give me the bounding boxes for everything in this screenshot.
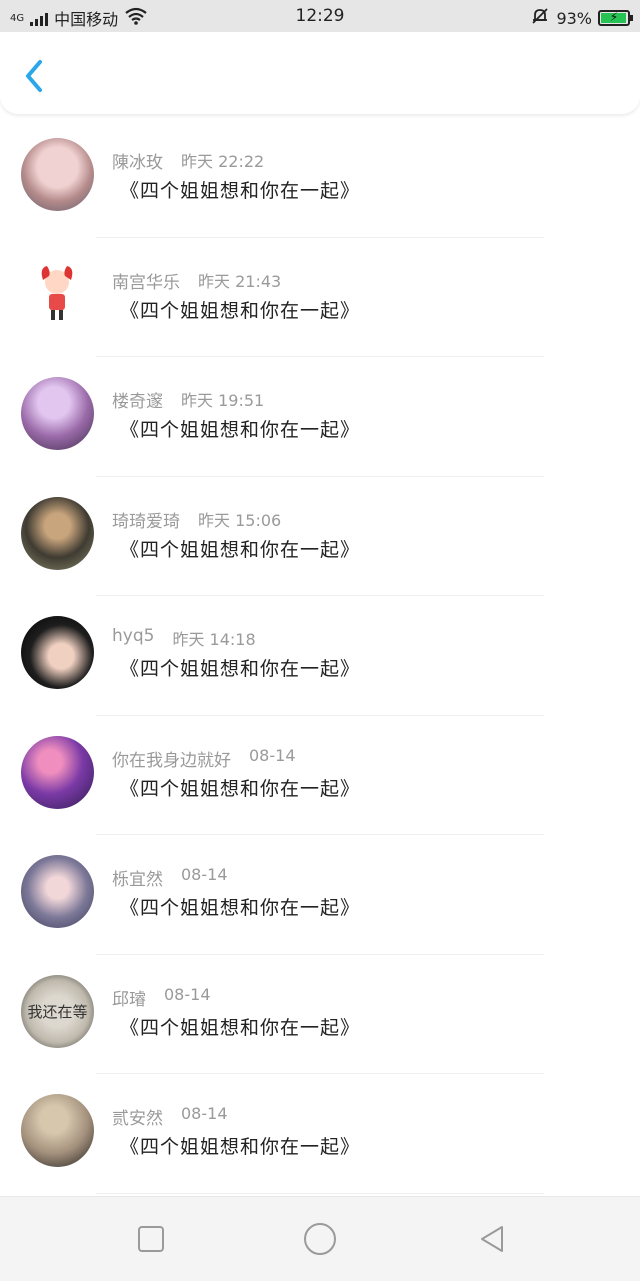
message-time: 昨天 22:22	[181, 152, 265, 171]
message-text: 《四个姐姐想和你在一起》	[120, 538, 361, 561]
avatar[interactable]	[21, 496, 94, 570]
bell-muted-icon	[530, 6, 550, 30]
status-right: 93% ⚡	[530, 6, 633, 30]
list-item[interactable]: 楼奇邃 昨天 19:51 《四个姐姐想和你在一起》	[0, 357, 640, 477]
message-time: 昨天 15:06	[198, 510, 282, 530]
avatar[interactable]	[21, 616, 94, 689]
message-time: 昨天 14:18	[172, 630, 256, 649]
message-text: 《四个姐姐想和你在一起》	[120, 1136, 361, 1158]
avatar[interactable]: 我还在等	[21, 974, 94, 1048]
message-text: 《四个姐姐想和你在一起》	[120, 777, 361, 800]
message-time: 08-14	[164, 984, 211, 1004]
message-meta: hyq5 昨天 14:18	[112, 626, 256, 650]
list-item[interactable]: 南宫华乐 昨天 21:43 《四个姐姐想和你在一起》	[0, 238, 640, 357]
battery-percent: 93%	[556, 8, 592, 28]
list-item[interactable]: hyq5 昨天 14:18 《四个姐姐想和你在一起》	[0, 596, 640, 716]
list-item[interactable]: 你在我身边就好 08-14 《四个姐姐想和你在一起》	[0, 716, 640, 835]
back-button[interactable]	[18, 58, 54, 94]
cartoon-avatar-icon	[41, 265, 73, 320]
status-bar: 4G 中国移动 12:29 93% ⚡	[0, 0, 640, 32]
sender-name: 楼奇邃	[112, 392, 163, 412]
system-nav-bar	[0, 1196, 640, 1281]
sender-name: 陳冰玫	[112, 153, 163, 173]
message-meta: 楼奇邃 昨天 19:51	[112, 387, 264, 412]
message-meta: 琦琦爱琦 昨天 15:06	[112, 507, 281, 532]
avatar[interactable]	[21, 138, 94, 211]
message-time: 08-14	[181, 1104, 228, 1123]
chevron-left-icon	[26, 60, 42, 92]
charging-bolt-icon: ⚡	[609, 10, 619, 24]
message-list: 陳冰玫 昨天 22:22 《四个姐姐想和你在一起》 南宫华乐 昨天 21:43 …	[0, 118, 640, 1194]
message-text: 《四个姐姐想和你在一起》	[120, 1016, 361, 1039]
triangle-back-icon	[481, 1226, 503, 1252]
message-text: 《四个姐姐想和你在一起》	[120, 419, 361, 441]
list-item[interactable]: 我还在等 邱璿 08-14 《四个姐姐想和你在一起》	[0, 955, 640, 1074]
message-time: 08-14	[249, 745, 296, 765]
message-text: 《四个姐姐想和你在一起》	[120, 180, 361, 202]
avatar-text: 我还在等	[27, 1002, 88, 1021]
sender-name: 邱璿	[112, 989, 146, 1010]
message-meta: 你在我身边就好 08-14	[112, 746, 296, 771]
message-meta: 陳冰玫 昨天 22:22	[112, 148, 264, 173]
sender-name: 你在我身边就好	[112, 750, 231, 771]
sender-name: 南宫华乐	[112, 272, 180, 293]
sender-name: hyq5	[112, 626, 155, 646]
avatar[interactable]	[21, 257, 94, 331]
avatar[interactable]	[21, 855, 94, 928]
avatar[interactable]	[21, 1094, 94, 1167]
message-time: 昨天 19:51	[181, 391, 265, 410]
message-text: 《四个姐姐想和你在一起》	[120, 299, 361, 322]
sender-name: 琦琦爱琦	[112, 511, 180, 532]
message-time: 昨天 21:43	[198, 271, 282, 291]
message-text: 《四个姐姐想和你在一起》	[120, 897, 361, 919]
message-meta: 栎宜然 08-14	[112, 865, 228, 890]
list-item[interactable]: 琦琦爱琦 昨天 15:06 《四个姐姐想和你在一起》	[0, 477, 640, 596]
circle-icon	[304, 1223, 336, 1255]
sender-name: 栎宜然	[112, 870, 163, 890]
square-icon	[138, 1226, 164, 1252]
list-item[interactable]: 贰安然 08-14 《四个姐姐想和你在一起》	[0, 1074, 640, 1194]
home-button[interactable]	[300, 1219, 340, 1259]
message-meta: 南宫华乐 昨天 21:43	[112, 268, 281, 293]
recent-apps-button[interactable]	[131, 1219, 171, 1259]
sender-name: 贰安然	[112, 1109, 163, 1129]
message-time: 08-14	[181, 865, 228, 884]
message-meta: 贰安然 08-14	[112, 1104, 228, 1129]
back-nav-button[interactable]	[472, 1219, 512, 1259]
list-item[interactable]: 栎宜然 08-14 《四个姐姐想和你在一起》	[0, 835, 640, 955]
avatar[interactable]	[21, 735, 94, 809]
divider	[96, 1192, 544, 1194]
header-bar	[0, 32, 640, 114]
list-item[interactable]: 陳冰玫 昨天 22:22 《四个姐姐想和你在一起》	[0, 118, 640, 238]
message-meta: 邱璿 08-14	[112, 985, 211, 1010]
message-text: 《四个姐姐想和你在一起》	[120, 658, 361, 680]
battery-icon: ⚡	[598, 10, 633, 26]
avatar[interactable]	[21, 377, 94, 450]
